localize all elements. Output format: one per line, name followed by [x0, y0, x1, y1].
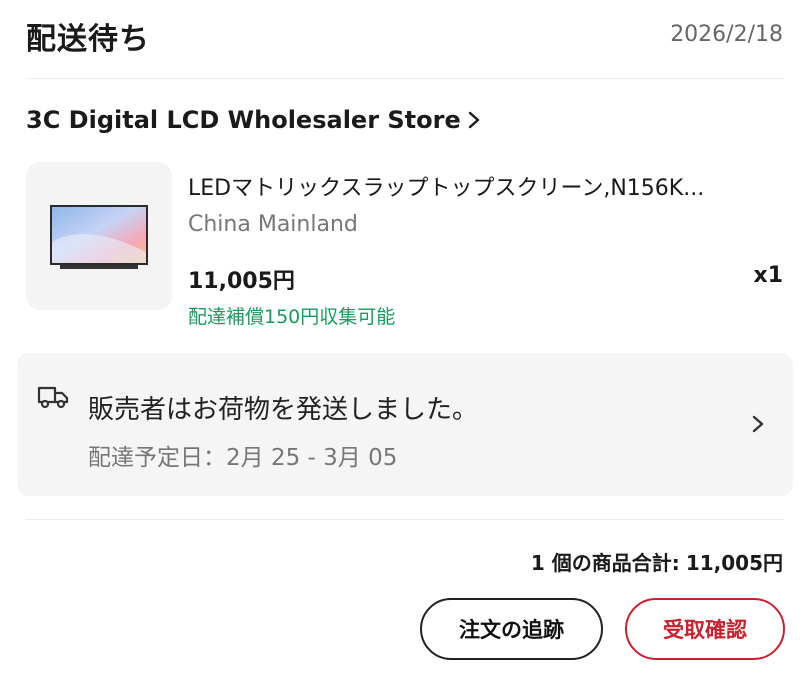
shipment-tracking-card[interactable]: 販売者はお荷物を発送しました。 配達予定日：2月 25 - 3月 05 [17, 353, 793, 496]
product-quantity: x1 [753, 263, 784, 288]
confirm-receipt-button[interactable]: 受取確認 [625, 598, 785, 660]
track-order-button[interactable]: 注文の追跡 [420, 598, 603, 660]
store-name: 3C Digital LCD Wholesaler Store [26, 106, 461, 134]
divider [26, 78, 783, 79]
shipping-guarantee-note: 配達補償150円収集可能 [188, 306, 396, 328]
divider [26, 519, 783, 520]
product-title[interactable]: LEDマトリックスラップトップスクリーン,N156K... [188, 170, 783, 202]
order-total: 1 個の商品合計: 11,005円 [531, 547, 783, 576]
product-price: 11,005円 [188, 269, 295, 294]
product-thumbnail[interactable] [26, 162, 172, 310]
laptop-screen-image [50, 205, 148, 269]
truck-icon [37, 386, 69, 409]
order-total-amount: 11,005円 [685, 551, 783, 575]
store-link[interactable]: 3C Digital LCD Wholesaler Store [26, 106, 481, 134]
delivery-eta: 配達予定日：2月 25 - 3月 05 [88, 445, 398, 471]
order-status-title: 配送待ち [26, 22, 150, 57]
order-total-label: 1 個の商品合計: [530, 551, 680, 575]
order-date: 2026/2/18 [670, 22, 783, 47]
chevron-right-icon [468, 111, 479, 129]
shipment-status: 販売者はお荷物を発送しました。 [88, 395, 479, 425]
product-origin: China Mainland [188, 212, 358, 237]
chevron-right-icon [752, 415, 764, 433]
